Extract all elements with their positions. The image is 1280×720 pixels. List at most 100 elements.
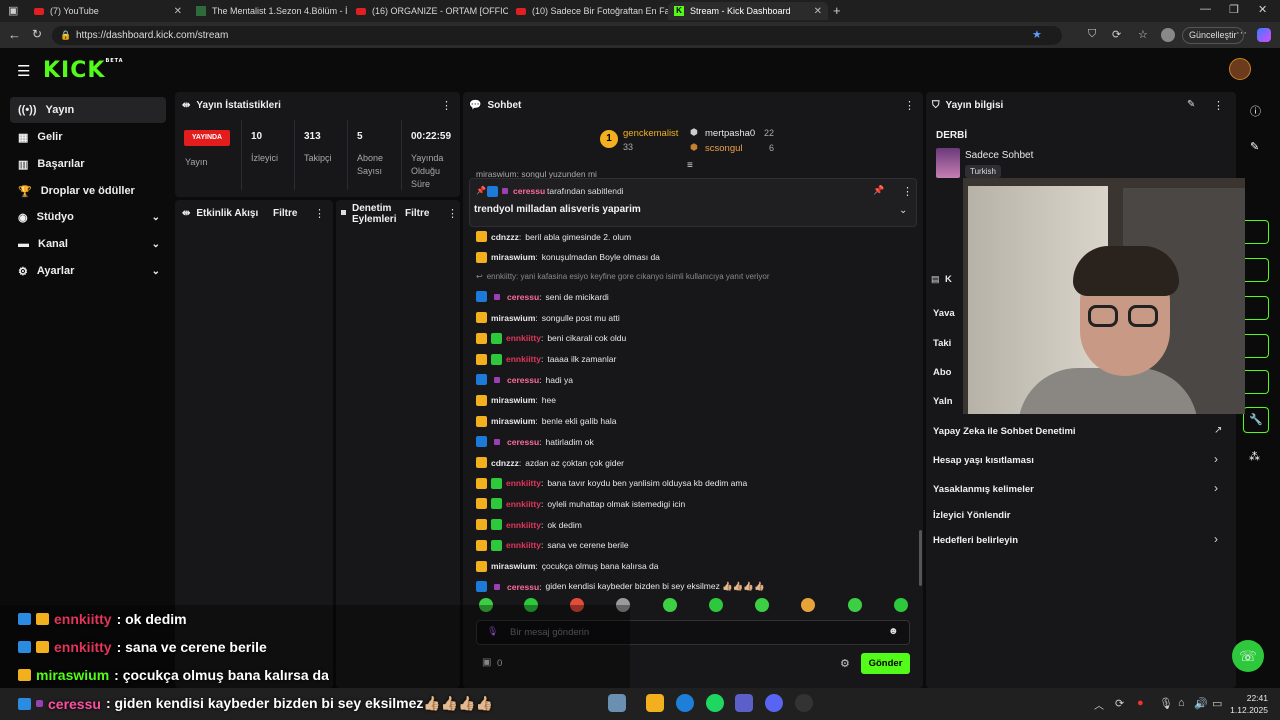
chat-username[interactable]: ennkiitty xyxy=(506,520,541,530)
close-tab-icon[interactable]: ✕ xyxy=(814,6,822,17)
minimize-icon[interactable]: — xyxy=(1200,3,1211,15)
chat-username[interactable]: ceressu xyxy=(507,437,539,447)
leader-2-name[interactable]: mertpasha0 xyxy=(705,128,755,139)
chat-username[interactable]: ennkiitty xyxy=(506,499,541,509)
rail-button[interactable] xyxy=(1243,258,1269,282)
chat-scrollbar[interactable] xyxy=(919,530,922,586)
close-window-icon[interactable]: ✕ xyxy=(1258,3,1267,16)
emote-icon[interactable] xyxy=(709,598,723,612)
tab-youtube[interactable]: (7) YouTube ✕ xyxy=(28,2,188,20)
chat-username[interactable]: ennkiitty xyxy=(506,540,541,550)
chat-username[interactable]: ceressu xyxy=(507,292,539,302)
setting-row-partial[interactable]: Abo xyxy=(933,367,951,378)
chat-message[interactable]: miraswium: çocukça olmuş bana kalırsa da xyxy=(476,560,658,572)
close-tab-icon[interactable]: ✕ xyxy=(174,6,182,17)
shield-icon[interactable]: ⛉ xyxy=(1088,28,1096,41)
chat-username[interactable]: miraswium xyxy=(491,561,535,571)
chevron-right-icon[interactable]: › xyxy=(1214,452,1218,466)
info-circle-icon[interactable]: ⓘ xyxy=(1250,103,1261,119)
discord-icon[interactable] xyxy=(765,694,783,712)
tray-icon[interactable]: ⟳ xyxy=(1115,697,1124,710)
sidebar-item-basarilar[interactable]: ▥ Başarılar xyxy=(10,151,166,177)
chat-settings-icon[interactable]: ⚙ xyxy=(840,657,850,670)
tab-fotograf[interactable]: (10) Sadece Bir Fotoğraftan En Fa✕ xyxy=(510,2,668,20)
emoji-icon[interactable]: ☻ xyxy=(888,626,899,637)
clock-time[interactable]: 22:41 xyxy=(1230,693,1268,703)
viewer-redirect-row[interactable]: İzleyici Yönlendir xyxy=(933,510,1010,521)
sidebar-item-yayin[interactable]: ((•)) Yayın xyxy=(10,97,166,123)
ai-moderation-row[interactable]: Yapay Zeka ile Sohbet Denetimi xyxy=(933,426,1076,437)
new-tab-icon[interactable]: + xyxy=(833,3,841,18)
sidebar-item-kanal[interactable]: ▬ Kanal ⌄ xyxy=(10,231,166,257)
share-icon[interactable]: ⁂ xyxy=(1249,450,1260,463)
chat-message[interactable]: ennkiitty: bana tavır koydu ben yanlisim … xyxy=(476,477,747,489)
leader-1-name[interactable]: genckemalist xyxy=(623,128,678,139)
clock-date[interactable]: 1.12.2025 xyxy=(1218,705,1268,715)
setting-row-partial[interactable]: Yava xyxy=(933,308,955,319)
chevron-right-icon[interactable]: › xyxy=(1214,532,1218,546)
activity-filter-button[interactable]: Filtre xyxy=(273,208,297,219)
pinned-menu-icon[interactable]: ⋮ xyxy=(902,185,913,198)
extension-icon[interactable]: ⟳ xyxy=(1112,28,1121,41)
rail-button[interactable] xyxy=(1243,370,1269,394)
chat-username[interactable]: miraswium xyxy=(491,313,535,323)
chat-username[interactable]: ennkiitty xyxy=(506,354,541,364)
file-explorer-icon[interactable] xyxy=(646,694,664,712)
maximize-icon[interactable]: ❐ xyxy=(1229,3,1239,16)
chat-username[interactable]: miraswium xyxy=(491,395,535,405)
pencil-icon[interactable]: ✎ xyxy=(1250,140,1259,153)
more-icon[interactable]: ··· xyxy=(1236,27,1247,39)
favorite-star-icon[interactable]: ★ xyxy=(1032,26,1042,45)
network-icon[interactable]: ⌂ xyxy=(1178,697,1185,709)
mic-tray-icon[interactable]: 🎙 xyxy=(1159,697,1173,710)
chat-message[interactable]: ↩ ennkiitty: yani kafasina esiyo keyfine … xyxy=(476,272,770,281)
account-age-row[interactable]: Hesap yaşı kısıtlaması xyxy=(933,455,1034,466)
emote-icon[interactable] xyxy=(663,598,677,612)
chat-username[interactable]: miraswium xyxy=(491,252,535,262)
chat-message[interactable]: miraswium: songulle post mu atti xyxy=(476,312,620,324)
kick-logo[interactable]: KICKBETA xyxy=(43,58,124,83)
emote-icon[interactable] xyxy=(755,598,769,612)
chat-message[interactable]: ennkiitty: oyleli muhattap olmak istemedi… xyxy=(476,498,685,510)
user-avatar[interactable] xyxy=(1229,58,1251,80)
sidebar-item-ayarlar[interactable]: ⚙ Ayarlar ⌄ xyxy=(10,258,166,284)
favorites-icon[interactable]: ☆ xyxy=(1138,28,1148,41)
refresh-icon[interactable]: ↻ xyxy=(32,27,42,41)
emote-icon[interactable] xyxy=(801,598,815,612)
edit-icon[interactable]: ✎ xyxy=(1187,99,1195,110)
teams-icon[interactable] xyxy=(735,694,753,712)
tray-app-icon[interactable]: ● xyxy=(1137,697,1144,709)
stats-menu-icon[interactable]: ⋮ xyxy=(441,99,452,112)
setting-row-partial[interactable]: Yaln xyxy=(933,396,953,407)
chat-message[interactable]: ceressu: giden kendisi kaybeder bizden bi… xyxy=(476,581,765,593)
wrench-icon[interactable]: 🔧 xyxy=(1243,407,1269,433)
profile-avatar[interactable] xyxy=(1161,28,1175,42)
chat-username[interactable]: ceressu xyxy=(507,375,539,385)
update-button[interactable]: Güncelleştir xyxy=(1182,27,1244,44)
copilot-icon[interactable] xyxy=(1257,28,1271,42)
chat-message[interactable]: ennkiitty: beni cikarali cok oldu xyxy=(476,332,626,344)
chat-username[interactable]: ennkiitty xyxy=(506,478,541,488)
tray-chevron-icon[interactable]: ︿ xyxy=(1094,697,1104,712)
chat-message[interactable]: miraswium: konuşulmadan Boyle olması da xyxy=(476,251,660,263)
chat-username[interactable]: ceressu xyxy=(507,582,539,592)
info-menu-icon[interactable]: ⋮ xyxy=(1213,99,1224,112)
tab-actions-icon[interactable]: ▣ xyxy=(8,4,18,17)
set-goals-row[interactable]: Hedefleri belirleyin xyxy=(933,535,1018,546)
collapse-icon[interactable]: ≡ xyxy=(687,160,693,171)
app-icon[interactable] xyxy=(795,694,813,712)
rail-button[interactable] xyxy=(1243,296,1269,320)
volume-icon[interactable]: 🔊 xyxy=(1194,697,1208,710)
rail-button[interactable] xyxy=(1243,220,1269,244)
chat-username[interactable]: ennkiitty xyxy=(506,333,541,343)
moderation-filter-button[interactable]: Filtre xyxy=(405,208,429,219)
chat-message[interactable]: ceressu: hadi ya xyxy=(476,374,573,386)
leader-3-name[interactable]: scsongul xyxy=(705,143,743,154)
chat-username[interactable]: cdnzzz xyxy=(491,232,519,242)
tab-mentalist[interactable]: The Mentalist 1.Sezon 4.Bölüm - İ✕ xyxy=(190,2,348,20)
setting-row-partial[interactable]: Taki xyxy=(933,338,951,349)
tab-kick-dashboard[interactable]: K Stream - Kick Dashboard ✕ xyxy=(668,2,828,20)
emote-icon[interactable] xyxy=(848,598,862,612)
support-chat-icon[interactable]: ☏ xyxy=(1232,640,1264,672)
edge-icon[interactable] xyxy=(676,694,694,712)
